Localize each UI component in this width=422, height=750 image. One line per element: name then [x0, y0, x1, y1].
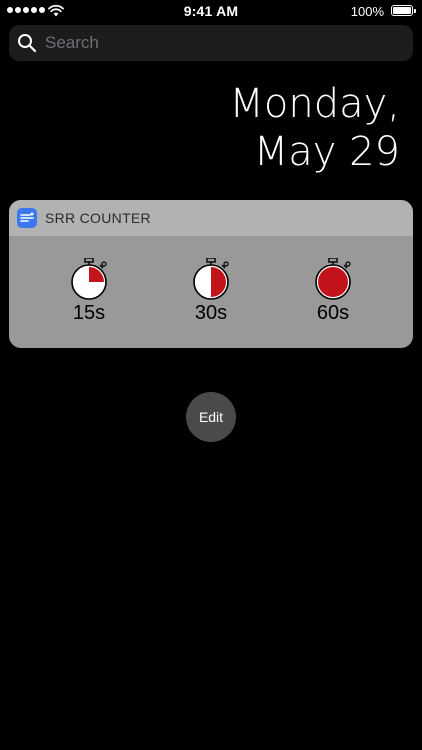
date-day: May 29: [253, 129, 400, 175]
timer-label: 30s: [194, 302, 228, 324]
timer-fill: [89, 267, 104, 282]
timer-30s-button[interactable]: 30s: [171, 254, 251, 334]
timer-15s-button[interactable]: 15s: [49, 254, 129, 334]
srr-counter-widget: SRR COUNTER 15s 30s 60s: [9, 200, 413, 348]
srr-counter-app-icon: [17, 208, 37, 228]
stopwatch-icon: [315, 258, 351, 300]
stopwatch-icon: [71, 258, 107, 300]
timer-list: 15s 30s 60s: [9, 236, 413, 348]
battery-fill: [393, 7, 411, 14]
battery-nub: [414, 9, 416, 13]
timer-60s-button[interactable]: 60s: [293, 254, 373, 334]
timer-label: 60s: [316, 302, 350, 324]
timer-label: 15s: [72, 302, 106, 324]
search-icon: [18, 34, 37, 53]
edit-button[interactable]: Edit: [186, 392, 236, 442]
widget-app-name: SRR COUNTER: [45, 210, 151, 226]
widget-header[interactable]: SRR COUNTER: [9, 200, 413, 236]
battery-percent: 100%: [350, 4, 384, 19]
date-display: Monday, May 29: [229, 80, 400, 176]
battery-icon: [391, 5, 416, 16]
stopwatch-icon: [193, 258, 229, 300]
search-bar[interactable]: [9, 25, 413, 61]
date-weekday: Monday,: [229, 81, 400, 127]
status-bar: 9:41 AM 100%: [0, 0, 422, 22]
timer-fill: [318, 267, 348, 297]
search-input[interactable]: [45, 25, 395, 61]
